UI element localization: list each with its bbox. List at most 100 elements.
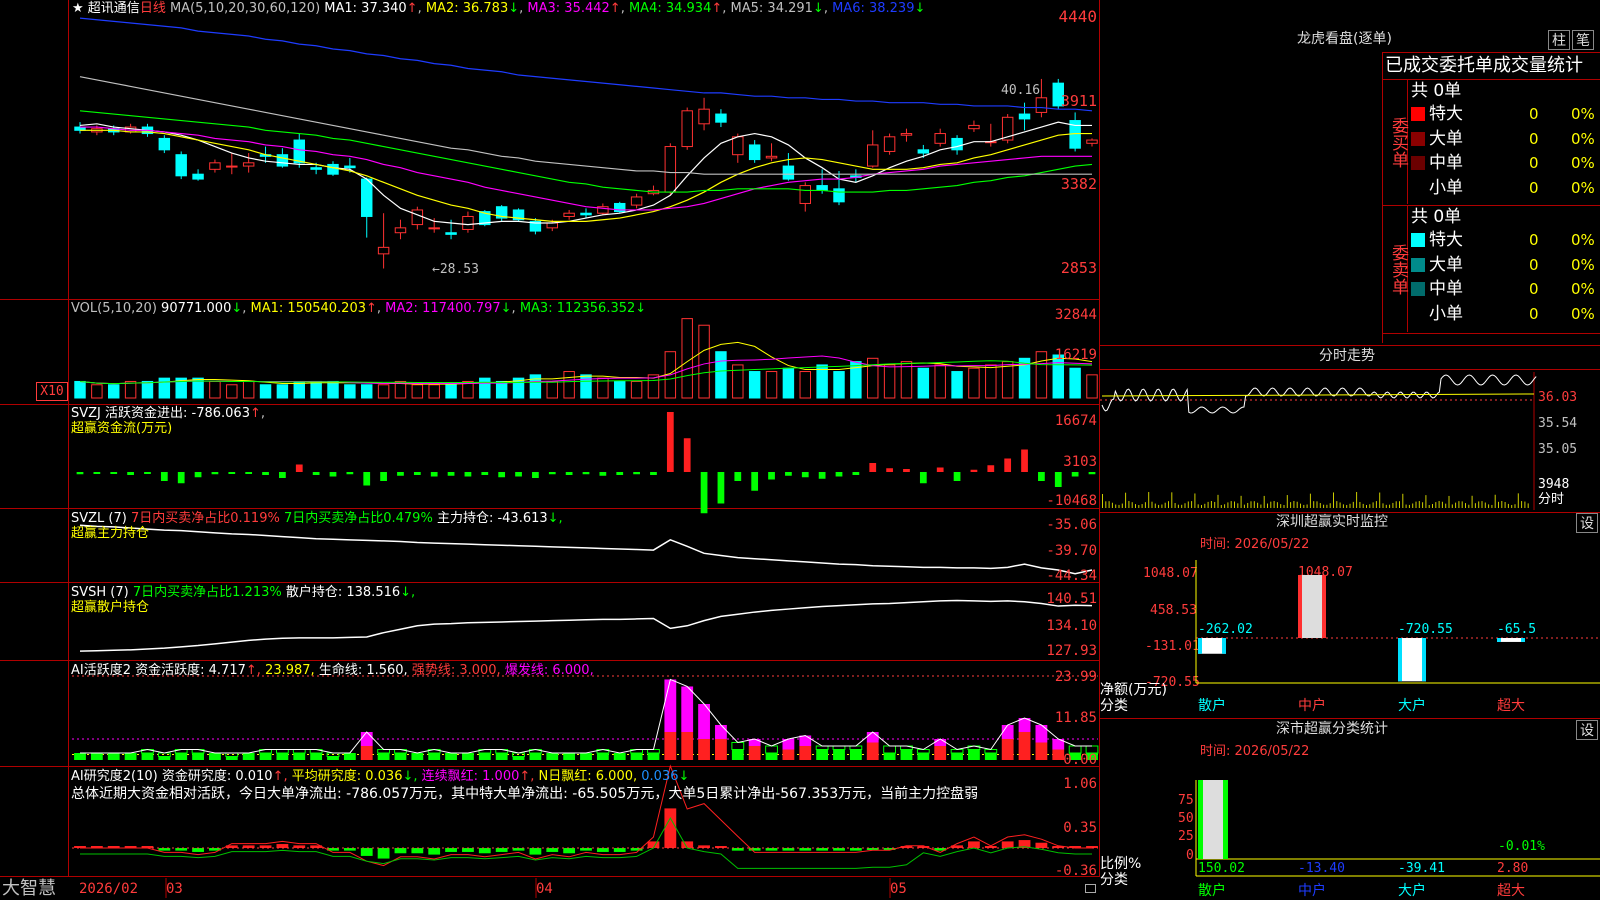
fund-flow-bar — [194, 472, 202, 478]
svzj-axis-label-3: -10468 — [1046, 493, 1097, 509]
research-bar — [495, 848, 508, 852]
fenshi-volume-bar — [1514, 504, 1516, 508]
activity-bar — [90, 752, 103, 760]
activity-bar — [175, 752, 188, 760]
activity-bar — [293, 752, 306, 760]
fund-flow-bar — [211, 472, 219, 475]
price-header: ★ 超讯通信日线 MA(5,10,20,30,60,120) MA1: 37.3… — [72, 1, 926, 16]
activity-burst-bar — [1001, 724, 1014, 739]
activity-bar — [141, 752, 154, 760]
volume-bar — [968, 367, 980, 399]
ma6-value: MA6: 38.239↓ — [832, 1, 926, 16]
star-icon[interactable]: ★ — [72, 1, 84, 16]
fund-flow-bar — [76, 472, 84, 475]
candle-body — [361, 178, 373, 217]
svzj-axis-label-2: 3103 — [1063, 454, 1097, 470]
fund-flow-bar — [818, 472, 826, 479]
fenshi-volume-bar — [1313, 501, 1315, 508]
fenshi-volume-bar — [1399, 501, 1400, 508]
period-label[interactable]: 日线 — [140, 1, 166, 16]
fenshi-volume-bar — [1461, 501, 1463, 508]
fenshi-volume-bar — [1352, 501, 1354, 508]
fenshi-volume-bar — [1296, 501, 1298, 508]
candle-body — [344, 165, 356, 169]
fenshi-volume-bar — [1382, 503, 1384, 508]
activity-outline-bar — [883, 745, 897, 754]
volume-bar — [310, 380, 322, 399]
fund-flow-bar — [599, 472, 607, 476]
fenshi-volume-bar — [1247, 502, 1249, 508]
activity-bar — [360, 745, 373, 760]
activity-bar — [782, 749, 795, 760]
fenshi-volume-bar — [1471, 495, 1473, 508]
activity-bar — [580, 752, 592, 760]
fenshi-volume-bar — [1230, 501, 1232, 508]
fund-flow-bar — [160, 472, 168, 481]
volume-bar — [124, 380, 137, 399]
activity-outline-bar — [377, 748, 391, 754]
volume-bar — [377, 384, 390, 399]
lock-icon[interactable] — [1085, 884, 1096, 893]
research-bar — [259, 845, 272, 848]
candle-body — [900, 133, 913, 136]
fund-flow-bar — [751, 472, 759, 491]
fund-flow-bar — [650, 472, 657, 475]
fenshi-volume-bar — [1197, 504, 1199, 508]
volume-bar — [74, 380, 86, 399]
fenshi-volume-bar — [1240, 495, 1242, 508]
fenshi-volume-bar — [1498, 501, 1499, 508]
candle-body — [327, 163, 339, 175]
candle-body — [546, 222, 558, 229]
fenshi-volume-bar — [1144, 502, 1146, 508]
volume-bar — [276, 384, 289, 399]
research-bar — [428, 848, 441, 855]
ma-line-ma4 — [79, 110, 1093, 193]
volume-bar — [242, 380, 255, 399]
fund-flow-bar — [346, 472, 354, 475]
fenshi-volume-bar — [1135, 504, 1136, 508]
research-bar — [1035, 842, 1048, 848]
high-annotation: 40.16 — [1001, 83, 1041, 98]
volume-bar — [934, 364, 946, 399]
candle-body — [428, 227, 440, 230]
fenshi-volume-bar — [1191, 501, 1193, 508]
volume-bar — [108, 384, 120, 399]
ma-params: MA(5,10,20,30,60,120) — [169, 1, 321, 16]
fenshi-volume-bar — [1250, 501, 1252, 508]
svzj-header: SVZJ 活跃资金进出: -786.063↑, — [71, 406, 266, 421]
price-axis-label-1: 4440 — [1058, 7, 1097, 26]
brand-logo: 大智慧 — [2, 878, 56, 899]
volume-bar — [327, 380, 339, 399]
candle-body — [816, 185, 828, 191]
fenshi-volume-bar — [1481, 501, 1483, 508]
fenshi-volume-bar — [1517, 493, 1519, 508]
research-bar — [394, 848, 407, 854]
fund-flow-bar — [852, 472, 860, 475]
fenshi-volume-bar — [1448, 495, 1450, 508]
fenshi-volume-bar — [1465, 503, 1466, 508]
monitor-bar — [1497, 638, 1525, 642]
ma4-value: MA4: 34.934↑ — [628, 1, 723, 16]
candle-body — [698, 108, 710, 125]
fenshi-volume-bar — [1408, 504, 1410, 508]
fenshi-volume-bar — [1309, 493, 1311, 508]
main-chart-area[interactable]: ★ 超讯通信日线 MA(5,10,20,30,60,120) MA1: 37.3… — [0, 0, 1100, 900]
ma2-value: MA2: 36.783↓ — [425, 1, 520, 16]
fenshi-volume-bar — [1171, 492, 1173, 508]
vol-value: 90771.000↓ — [161, 301, 243, 316]
volume-bar — [226, 384, 238, 399]
fund-flow-bar — [177, 472, 185, 484]
chart-svg — [72, 17, 1099, 898]
fenshi-volume-bar — [1438, 501, 1440, 508]
volume-bar — [91, 384, 103, 399]
fenshi-volume-bar — [1263, 495, 1265, 508]
activity-bar — [968, 749, 980, 760]
activity-bar — [934, 745, 947, 760]
vol-title: VOL(5,10,20) — [71, 301, 157, 316]
volume-bar — [917, 367, 930, 399]
fenshi-volume-bar — [1115, 504, 1117, 508]
fenshi-volume-bar — [1458, 501, 1460, 508]
fund-flow-bar — [262, 472, 269, 475]
fund-flow-bar — [329, 472, 337, 477]
fenshi-volume-bar — [1131, 502, 1133, 508]
